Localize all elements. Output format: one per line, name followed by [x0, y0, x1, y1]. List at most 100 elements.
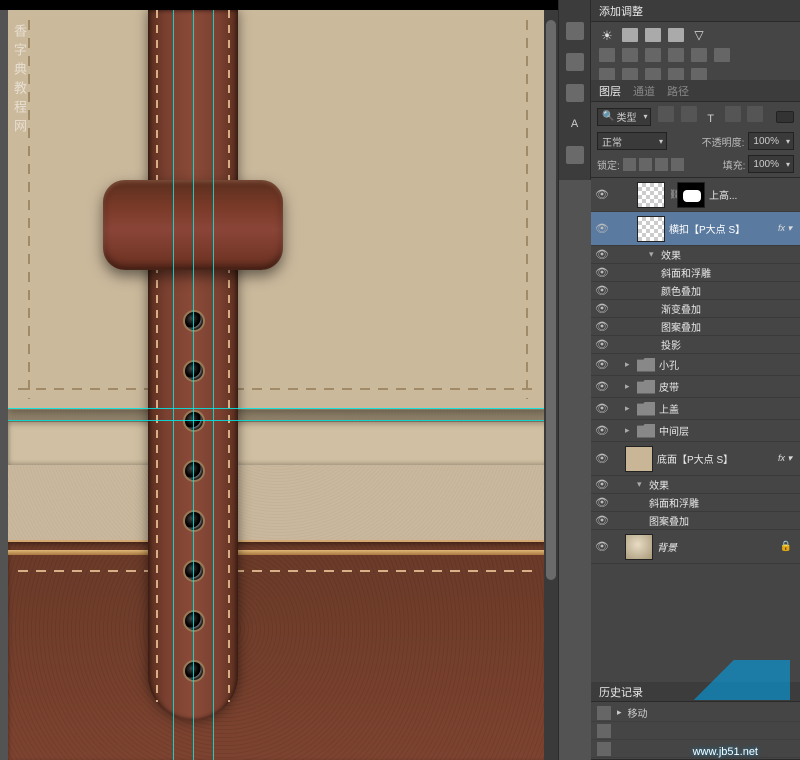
- lock-pixels-icon[interactable]: [639, 158, 652, 171]
- filter-type-icon[interactable]: T: [703, 111, 719, 127]
- layer-visibility-toggle[interactable]: 👁: [591, 402, 613, 415]
- layer-fx-badge[interactable]: fx ▾: [778, 453, 796, 464]
- layer-visibility-toggle[interactable]: 👁: [591, 424, 613, 437]
- layers-tab[interactable]: 图层: [599, 83, 621, 99]
- guide-vertical[interactable]: [193, 10, 194, 760]
- lock-transparency-icon[interactable]: [623, 158, 636, 171]
- group-toggle[interactable]: ▸: [625, 425, 637, 436]
- layer-name[interactable]: 皮带: [659, 379, 796, 394]
- levels-icon[interactable]: [622, 28, 638, 42]
- layer-effect-item[interactable]: 👁图案叠加: [591, 318, 800, 336]
- layer-group-row[interactable]: 👁 ▸ 皮带: [591, 376, 800, 398]
- fx-visibility-toggle[interactable]: 👁: [591, 496, 613, 509]
- fx-visibility-toggle[interactable]: 👁: [591, 320, 613, 333]
- layer-fx-badge[interactable]: fx ▾: [778, 223, 796, 234]
- layer-effect-item[interactable]: 👁渐变叠加: [591, 300, 800, 318]
- fx-visibility-toggle[interactable]: 👁: [591, 284, 613, 297]
- layer-effect-item[interactable]: 👁斜面和浮雕: [591, 494, 800, 512]
- layer-effect-item[interactable]: 👁斜面和浮雕: [591, 264, 800, 282]
- layer-row[interactable]: 👁 ⛓ 上高...: [591, 178, 800, 212]
- layer-effect-item[interactable]: 👁图案叠加: [591, 512, 800, 530]
- guide-vertical[interactable]: [173, 10, 174, 760]
- group-toggle[interactable]: ▸: [625, 403, 637, 414]
- layer-effects-header[interactable]: 👁▾效果: [591, 246, 800, 264]
- layer-thumbnail[interactable]: [625, 534, 653, 560]
- dock-icon[interactable]: [566, 146, 584, 164]
- layer-name[interactable]: 上高...: [709, 187, 796, 202]
- filter-adjustment-icon[interactable]: [681, 106, 697, 122]
- filter-shape-icon[interactable]: [725, 106, 741, 122]
- layer-row-selected[interactable]: 👁 横扣【P大点 S】 fx ▾: [591, 212, 800, 246]
- layer-visibility-toggle[interactable]: 👁: [591, 452, 613, 465]
- layer-name[interactable]: 中间层: [659, 423, 796, 438]
- adjustments-tab[interactable]: 添加调整: [599, 3, 643, 19]
- layer-group-row[interactable]: 👁 ▸ 中间层: [591, 420, 800, 442]
- mask-link-icon[interactable]: ⛓: [669, 189, 677, 200]
- layer-mask-thumbnail[interactable]: [677, 182, 705, 208]
- dock-icon[interactable]: [566, 84, 584, 102]
- blend-mode-select[interactable]: 正常: [597, 132, 667, 150]
- channel-mixer-icon[interactable]: [691, 48, 707, 62]
- lock-position-icon[interactable]: [655, 158, 668, 171]
- color-balance-icon[interactable]: [622, 48, 638, 62]
- guide-horizontal[interactable]: [8, 420, 548, 421]
- layer-thumbnail[interactable]: [625, 446, 653, 472]
- layer-name[interactable]: 上盖: [659, 401, 796, 416]
- scrollbar-thumb[interactable]: [546, 20, 556, 580]
- layer-row-background[interactable]: 👁 背景 🔒: [591, 530, 800, 564]
- fx-visibility-toggle[interactable]: 👁: [591, 338, 613, 351]
- color-lookup-icon[interactable]: [714, 48, 730, 62]
- fill-input[interactable]: 100%: [748, 155, 794, 173]
- layer-thumbnail[interactable]: [637, 182, 665, 208]
- layer-effect-item[interactable]: 👁投影: [591, 336, 800, 354]
- filter-pixel-icon[interactable]: [658, 106, 674, 122]
- fx-visibility-toggle[interactable]: 👁: [591, 514, 613, 527]
- fx-visibility-toggle[interactable]: 👁: [591, 478, 613, 491]
- history-tab[interactable]: 历史记录: [599, 684, 643, 700]
- channels-tab[interactable]: 通道: [633, 83, 655, 99]
- layer-effect-item[interactable]: 👁颜色叠加: [591, 282, 800, 300]
- filter-toggle-switch[interactable]: [776, 111, 794, 123]
- guide-vertical[interactable]: [213, 10, 214, 760]
- paths-tab[interactable]: 路径: [667, 83, 689, 99]
- lock-all-icon[interactable]: [671, 158, 684, 171]
- document-canvas[interactable]: [8, 10, 548, 760]
- layer-name[interactable]: 背景: [657, 539, 780, 554]
- guide-horizontal[interactable]: [8, 408, 548, 409]
- brightness-contrast-icon[interactable]: ☀: [599, 28, 615, 42]
- filter-smart-icon[interactable]: [747, 106, 763, 122]
- layer-visibility-toggle[interactable]: 👁: [591, 540, 613, 553]
- hue-sat-icon[interactable]: [599, 48, 615, 62]
- layer-effects-header[interactable]: 👁▾效果: [591, 476, 800, 494]
- layer-name[interactable]: 底面【P大点 S】: [657, 451, 778, 466]
- layer-name[interactable]: 横扣【P大点 S】: [669, 221, 778, 236]
- fx-visibility-toggle[interactable]: 👁: [591, 302, 613, 315]
- layer-visibility-toggle[interactable]: 👁: [591, 188, 613, 201]
- exposure-icon[interactable]: [668, 28, 684, 42]
- canvas-scrollbar-vertical[interactable]: [544, 10, 558, 760]
- dock-icon[interactable]: A: [566, 115, 584, 133]
- curves-icon[interactable]: [645, 28, 661, 42]
- layer-filter-type-select[interactable]: 🔍类型: [597, 108, 651, 126]
- photo-filter-icon[interactable]: [668, 48, 684, 62]
- layer-visibility-toggle[interactable]: 👁: [591, 222, 613, 235]
- opacity-input[interactable]: 100%: [748, 132, 794, 150]
- dock-icon[interactable]: [566, 53, 584, 71]
- bw-icon[interactable]: [645, 48, 661, 62]
- layer-group-row[interactable]: 👁 ▸ 上盖: [591, 398, 800, 420]
- fx-visibility-toggle[interactable]: 👁: [591, 266, 613, 279]
- group-toggle[interactable]: ▸: [625, 359, 637, 370]
- group-toggle[interactable]: ▸: [625, 381, 637, 392]
- history-item[interactable]: ▸移动: [591, 704, 800, 722]
- layer-name[interactable]: 小孔: [659, 357, 796, 372]
- layer-list[interactable]: 👁 ⛓ 上高... 👁 横扣【P大点 S】 fx ▾ 👁▾效果 👁斜面和浮雕 👁…: [591, 178, 800, 682]
- fx-visibility-toggle[interactable]: 👁: [591, 248, 613, 261]
- vibrance-icon[interactable]: ▽: [691, 28, 707, 42]
- history-item[interactable]: [591, 722, 800, 740]
- layer-visibility-toggle[interactable]: 👁: [591, 380, 613, 393]
- dock-icon[interactable]: [566, 22, 584, 40]
- layer-row[interactable]: 👁 底面【P大点 S】 fx ▾: [591, 442, 800, 476]
- layer-thumbnail[interactable]: [637, 216, 665, 242]
- layer-visibility-toggle[interactable]: 👁: [591, 358, 613, 371]
- layer-group-row[interactable]: 👁 ▸ 小孔: [591, 354, 800, 376]
